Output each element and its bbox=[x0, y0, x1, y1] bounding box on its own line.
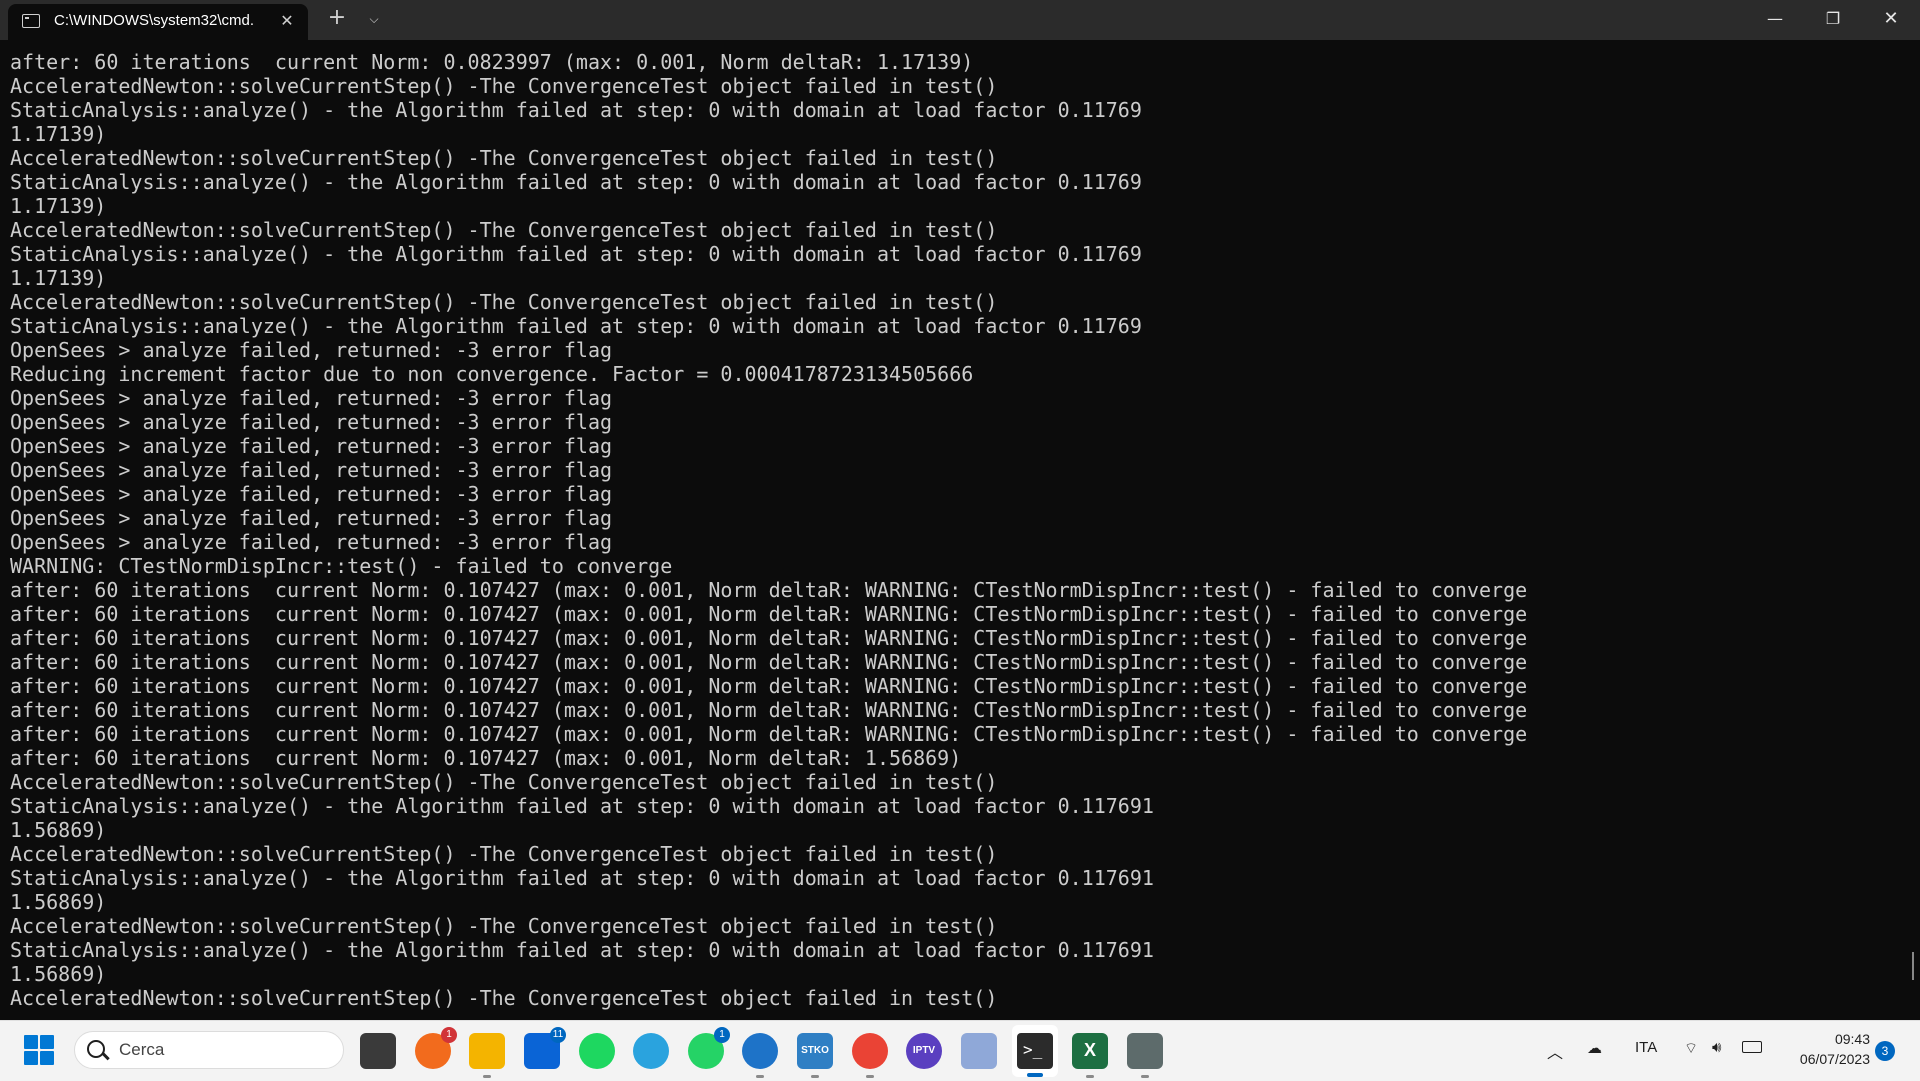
console-line: AcceleratedNewton::solveCurrentStep() -T… bbox=[10, 986, 998, 1010]
console-line: StaticAnalysis::analyze() - the Algorith… bbox=[10, 938, 1154, 962]
windows-logo-pane bbox=[40, 1035, 54, 1049]
notification-count-badge: 1 bbox=[714, 1027, 730, 1043]
search-icon bbox=[87, 1040, 105, 1058]
console-line: OpenSees > analyze failed, returned: -3 … bbox=[10, 458, 613, 482]
excel-icon[interactable]: X bbox=[1072, 1033, 1108, 1078]
generic-window-icon[interactable] bbox=[1127, 1033, 1163, 1078]
running-indicator bbox=[756, 1075, 764, 1078]
console-line: OpenSees > analyze failed, returned: -3 … bbox=[10, 482, 613, 506]
running-indicator bbox=[866, 1075, 874, 1078]
notification-count-badge: 11 bbox=[550, 1027, 566, 1043]
console-line: AcceleratedNewton::solveCurrentStep() -T… bbox=[10, 218, 998, 242]
terminal-icon[interactable]: >_ bbox=[1017, 1033, 1053, 1069]
file-explorer-icon[interactable] bbox=[469, 1033, 505, 1078]
console-line: 1.17139) bbox=[10, 266, 107, 290]
console-line: 1.17139) bbox=[10, 194, 107, 218]
console-line: after: 60 iterations current Norm: 0.107… bbox=[10, 722, 1528, 746]
console-line: OpenSees > analyze failed, returned: -3 … bbox=[10, 338, 613, 362]
terminal-glyph: >_ bbox=[1023, 1040, 1043, 1059]
running-indicator bbox=[1086, 1075, 1094, 1078]
mail-icon[interactable]: 11 bbox=[524, 1027, 566, 1069]
console-line: AcceleratedNewton::solveCurrentStep() -T… bbox=[10, 770, 998, 794]
running-indicator bbox=[811, 1075, 819, 1078]
console-line: AcceleratedNewton::solveCurrentStep() -T… bbox=[10, 146, 998, 170]
console-line: Reducing increment factor due to non con… bbox=[10, 362, 974, 386]
tab-dropdown-chevron-icon[interactable]: ⌵ bbox=[362, 6, 386, 32]
brave-browser-icon[interactable]: 1 bbox=[415, 1027, 457, 1069]
console-line: after: 60 iterations current Norm: 0.107… bbox=[10, 626, 1528, 650]
minimize-button[interactable]: — bbox=[1746, 0, 1804, 40]
console-line: AcceleratedNewton::solveCurrentStep() -T… bbox=[10, 74, 998, 98]
chevron-up-icon[interactable]: ︿ bbox=[1547, 1039, 1563, 1063]
console-line: StaticAnalysis::analyze() - the Algorith… bbox=[10, 242, 1142, 266]
console-line: after: 60 iterations current Norm: 0.107… bbox=[10, 698, 1528, 722]
active-indicator bbox=[1027, 1073, 1043, 1077]
app-label: IPTV bbox=[912, 1045, 936, 1056]
volume-icon[interactable]: 🔊︎ bbox=[1712, 1039, 1721, 1056]
chrome-icon[interactable] bbox=[852, 1033, 888, 1078]
taskbar-search[interactable]: Cerca bbox=[74, 1031, 344, 1069]
running-indicator bbox=[483, 1075, 491, 1078]
onedrive-cloud-icon[interactable]: ☁ bbox=[1587, 1039, 1602, 1057]
console-line: 1.17139) bbox=[10, 122, 107, 146]
console-line: 1.56869) bbox=[10, 890, 107, 914]
console-line: AcceleratedNewton::solveCurrentStep() -T… bbox=[10, 914, 998, 938]
console-line: after: 60 iterations current Norm: 0.082… bbox=[10, 50, 974, 74]
console-line: after: 60 iterations current Norm: 0.107… bbox=[10, 578, 1528, 602]
console-line: AcceleratedNewton::solveCurrentStep() -T… bbox=[10, 290, 998, 314]
windows-logo-pane bbox=[40, 1051, 54, 1065]
running-indicator bbox=[1141, 1075, 1149, 1078]
telegram-icon[interactable] bbox=[633, 1033, 669, 1069]
spotify-icon[interactable] bbox=[579, 1033, 615, 1069]
console-line: 1.56869) bbox=[10, 962, 107, 986]
taskbar: Cerca 1 11 1 STKO IPTV >_ X ︿ ☁ ITA ⌔ 🔊︎ 09:43… bbox=[0, 1020, 1920, 1081]
title-bar: C:\WINDOWS\system32\cmd. ✕ + ⌵ — ❐ ✕ bbox=[0, 0, 1920, 40]
restore-button[interactable]: ❐ bbox=[1804, 0, 1862, 40]
vertical-scrollbar[interactable] bbox=[1912, 952, 1914, 980]
close-button[interactable]: ✕ bbox=[1862, 0, 1920, 40]
search-placeholder: Cerca bbox=[119, 1040, 165, 1059]
console-line: after: 60 iterations current Norm: 0.107… bbox=[10, 674, 1528, 698]
console-line: AcceleratedNewton::solveCurrentStep() -T… bbox=[10, 842, 998, 866]
windows-logo-icon bbox=[24, 1035, 38, 1049]
console-line: after: 60 iterations current Norm: 0.107… bbox=[10, 602, 1528, 626]
console-line: 1.56869) bbox=[10, 818, 107, 842]
close-tab-icon[interactable]: ✕ bbox=[276, 10, 298, 32]
whatsapp-icon[interactable]: 1 bbox=[688, 1027, 730, 1069]
console-line: after: 60 iterations current Norm: 0.107… bbox=[10, 650, 1528, 674]
iptv-icon[interactable]: IPTV bbox=[906, 1033, 942, 1069]
clock-date[interactable]: 06/07/2023 bbox=[1780, 1051, 1870, 1067]
tab-title: C:\WINDOWS\system32\cmd. bbox=[54, 12, 255, 29]
console-line: OpenSees > analyze failed, returned: -3 … bbox=[10, 530, 613, 554]
console-line: StaticAnalysis::analyze() - the Algorith… bbox=[10, 794, 1154, 818]
wifi-icon[interactable]: ⌔ bbox=[1684, 1039, 1698, 1058]
console-line: StaticAnalysis::analyze() - the Algorith… bbox=[10, 170, 1142, 194]
notification-count-badge: 1 bbox=[441, 1027, 457, 1043]
windows-logo-pane bbox=[24, 1051, 38, 1065]
task-view-icon[interactable] bbox=[360, 1033, 396, 1069]
console-line: OpenSees > analyze failed, returned: -3 … bbox=[10, 410, 613, 434]
start-button[interactable] bbox=[24, 1035, 54, 1065]
console-line: OpenSees > analyze failed, returned: -3 … bbox=[10, 434, 613, 458]
clock-time[interactable]: 09:43 bbox=[1818, 1031, 1870, 1047]
console-line: StaticAnalysis::analyze() - the Algorith… bbox=[10, 314, 1142, 338]
console-icon bbox=[22, 14, 40, 28]
notification-badge[interactable]: 3 bbox=[1875, 1041, 1895, 1061]
console-line: OpenSees > analyze failed, returned: -3 … bbox=[10, 506, 613, 530]
console-output[interactable]: after: 60 iterations current Norm: 0.082… bbox=[10, 50, 1890, 1010]
messenger-icon[interactable] bbox=[961, 1033, 997, 1069]
stko-icon[interactable]: STKO bbox=[797, 1033, 833, 1078]
console-line: WARNING: CTestNormDispIncr::test() - fai… bbox=[10, 554, 673, 578]
app-label: X bbox=[1083, 1040, 1096, 1060]
console-line: after: 60 iterations current Norm: 0.107… bbox=[10, 746, 962, 770]
app-label: STKO bbox=[801, 1045, 829, 1056]
console-line: StaticAnalysis::analyze() - the Algorith… bbox=[10, 98, 1142, 122]
console-line: StaticAnalysis::analyze() - the Algorith… bbox=[10, 866, 1154, 890]
console-line: OpenSees > analyze failed, returned: -3 … bbox=[10, 386, 613, 410]
sync-app-icon[interactable] bbox=[742, 1033, 778, 1078]
tab-cmd[interactable]: C:\WINDOWS\system32\cmd. ✕ bbox=[8, 4, 308, 40]
language-indicator[interactable]: ITA bbox=[1635, 1039, 1657, 1056]
new-tab-button[interactable]: + bbox=[324, 6, 350, 32]
battery-icon[interactable] bbox=[1742, 1041, 1762, 1053]
